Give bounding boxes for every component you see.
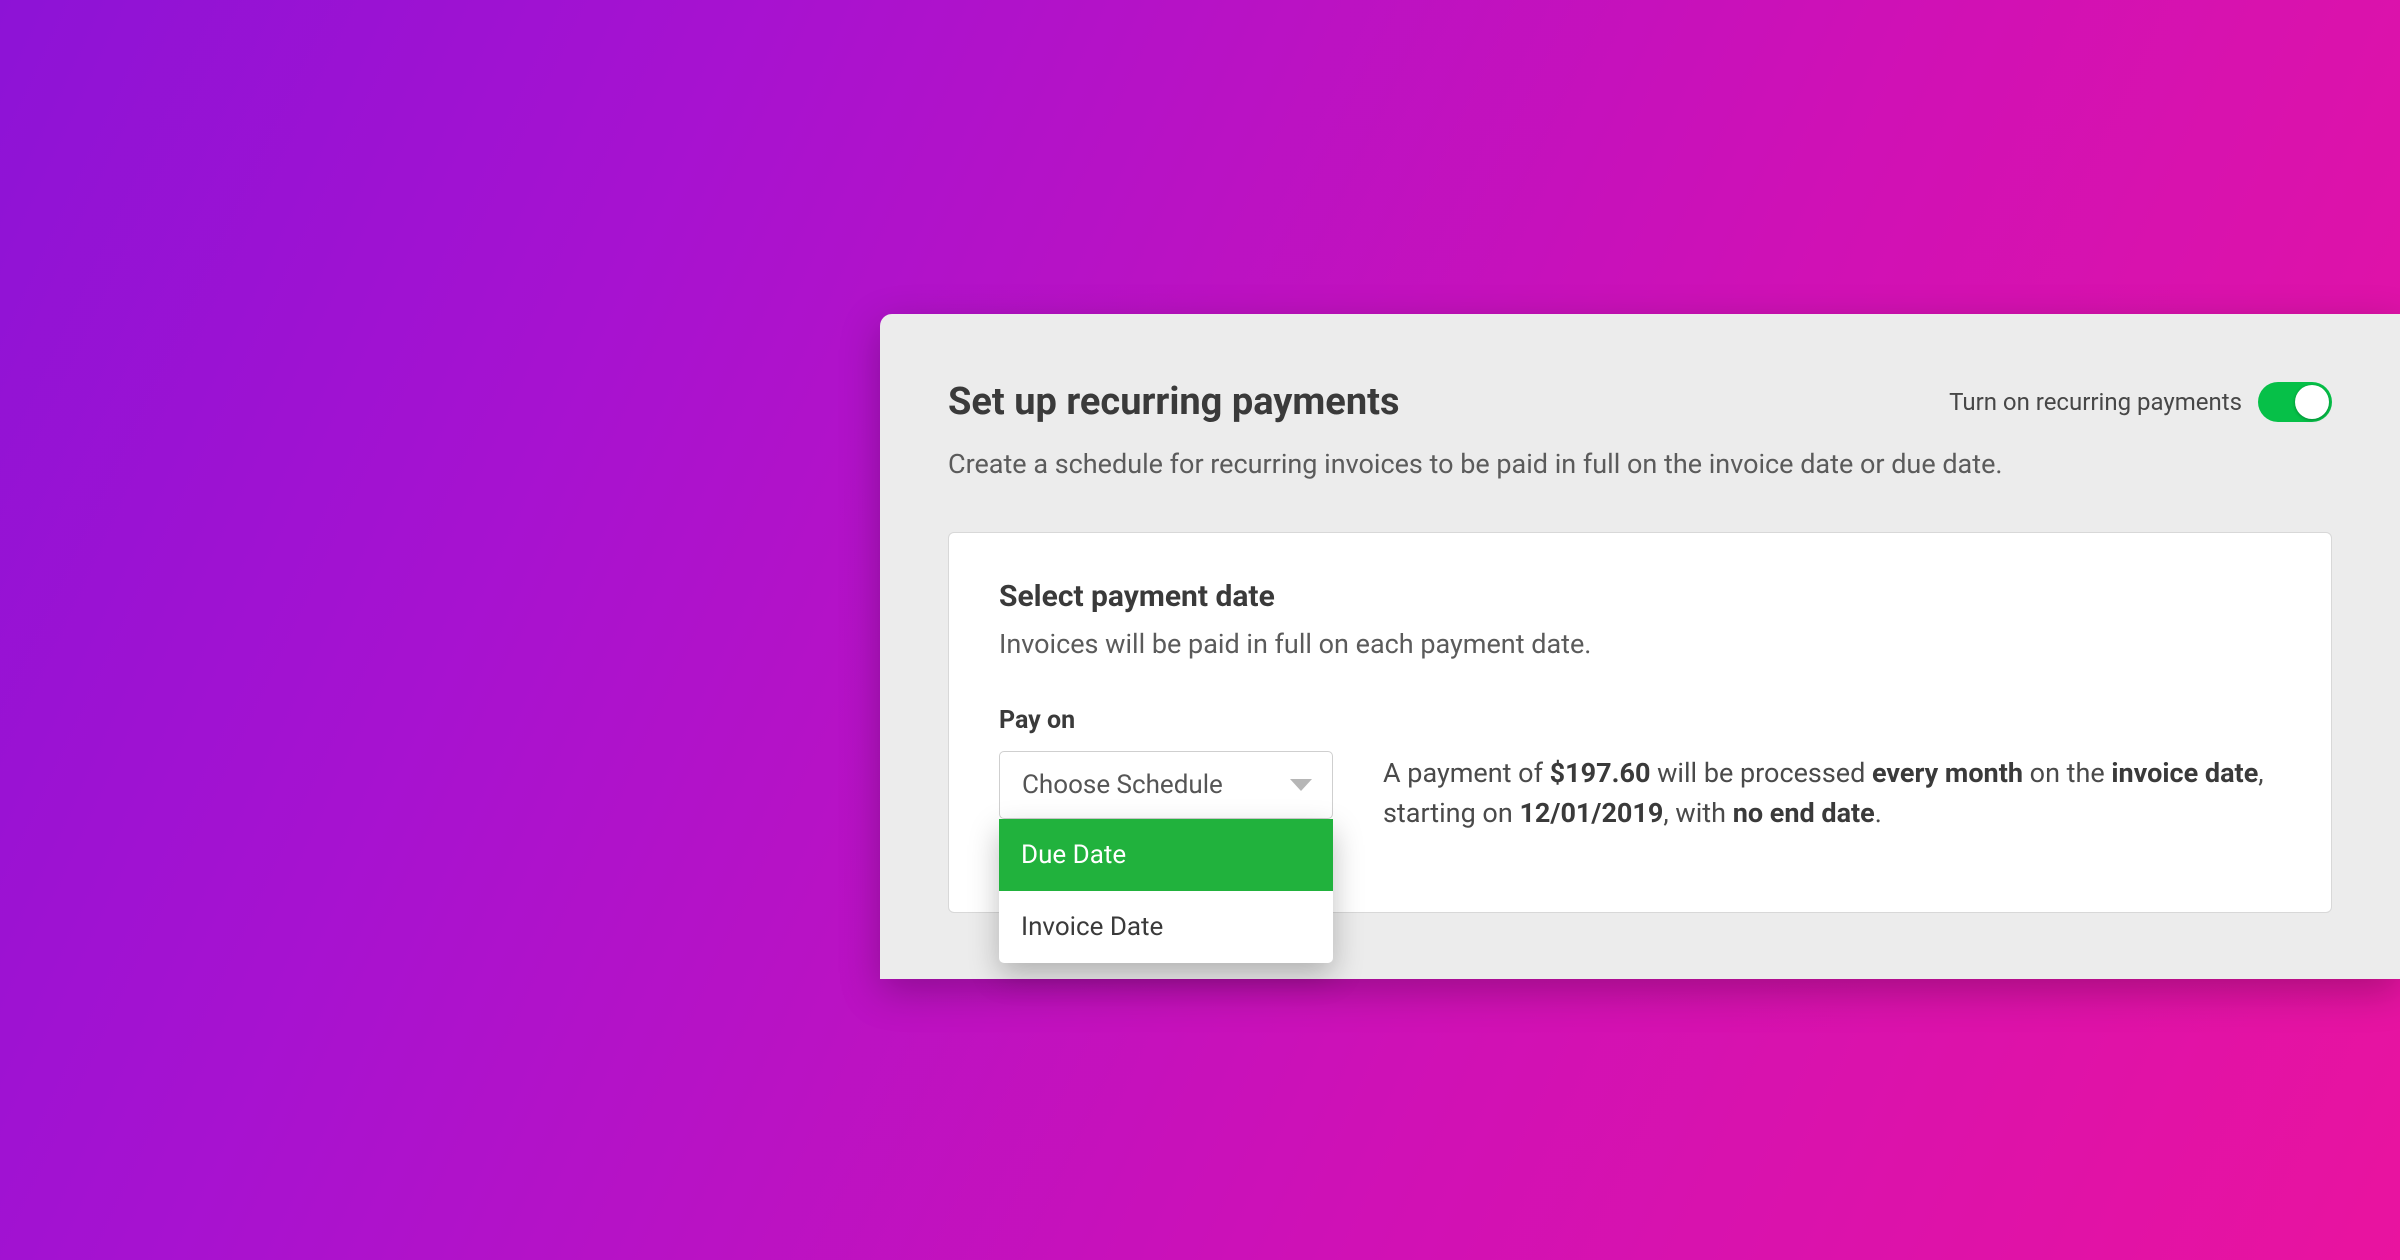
summary-text: on the — [2023, 757, 2111, 789]
toggle-knob — [2295, 385, 2329, 419]
card-title: Select payment date — [999, 579, 2281, 614]
summary-on-what: invoice date — [2111, 757, 2258, 789]
summary-text: , with — [1663, 797, 1732, 829]
schedule-select-value: Choose Schedule — [1022, 770, 1223, 800]
recurring-payments-toggle[interactable] — [2258, 382, 2332, 422]
dropdown-option-invoice-date[interactable]: Invoice Date — [999, 891, 1333, 963]
summary-start-date: 12/01/2019 — [1519, 797, 1663, 829]
summary-text: . — [1875, 797, 1882, 829]
panel-header: Set up recurring payments Turn on recurr… — [948, 380, 2332, 424]
schedule-select-wrapper: Choose Schedule Due Date Invoice Date — [999, 751, 1333, 819]
recurring-payments-panel: Set up recurring payments Turn on recurr… — [880, 314, 2400, 979]
form-row: Choose Schedule Due Date Invoice Date A … — [999, 751, 2281, 834]
toggle-label: Turn on recurring payments — [1949, 388, 2242, 416]
panel-description: Create a schedule for recurring invoices… — [948, 446, 2332, 484]
payment-summary: A payment of $197.60 will be processed e… — [1383, 751, 2281, 834]
summary-text: A payment of — [1383, 757, 1550, 789]
payment-date-card: Select payment date Invoices will be pai… — [948, 532, 2332, 913]
card-subtitle: Invoices will be paid in full on each pa… — [999, 628, 2281, 660]
toggle-group: Turn on recurring payments — [1949, 382, 2332, 422]
panel-title: Set up recurring payments — [948, 380, 1400, 424]
pay-on-label: Pay on — [999, 706, 2281, 735]
summary-frequency: every month — [1872, 757, 2023, 789]
chevron-down-icon — [1290, 779, 1312, 791]
summary-end-clause: no end date — [1733, 797, 1875, 829]
summary-amount: $197.60 — [1550, 757, 1651, 789]
dropdown-option-due-date[interactable]: Due Date — [999, 819, 1333, 891]
schedule-dropdown: Due Date Invoice Date — [999, 819, 1333, 963]
schedule-select[interactable]: Choose Schedule — [999, 751, 1333, 819]
summary-text: will be processed — [1650, 757, 1872, 789]
